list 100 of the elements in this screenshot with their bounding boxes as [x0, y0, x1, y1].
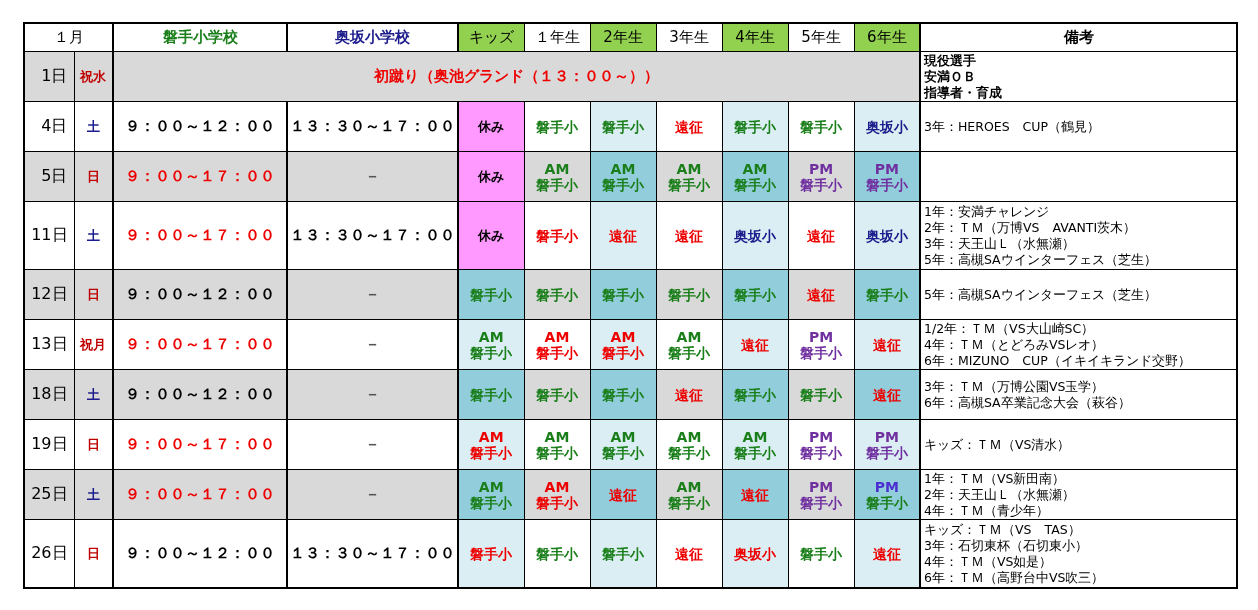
time-cell: －	[287, 269, 458, 320]
table-cell: PM 磐手小	[854, 419, 920, 470]
time-cell: －	[287, 319, 458, 370]
table-cell: PM 磐手小	[854, 469, 920, 520]
date-cell: 12日	[24, 269, 74, 320]
table-cell: AM 磐手小	[656, 319, 722, 370]
table-cell: 磐手小	[722, 101, 788, 152]
table-cell: 遠征	[656, 369, 722, 420]
table-cell: 遠征	[854, 319, 920, 370]
time-cell: ９：００～１７：００	[113, 469, 287, 520]
table-cell: 磐手小	[458, 519, 524, 588]
table-cell: 休み	[458, 151, 524, 202]
table-cell: 奥坂小	[854, 101, 920, 152]
date-cell: 25日	[24, 469, 74, 520]
date-cell: 19日	[24, 419, 74, 470]
time-cell: －	[287, 469, 458, 520]
date-cell: 5日	[24, 151, 74, 202]
column-header: 備考	[920, 23, 1237, 52]
date-cell: 26日	[24, 519, 74, 588]
time-cell: ９：００～１７：００	[113, 319, 287, 370]
time-cell: ９：００～１７：００	[113, 419, 287, 470]
table-cell: PM 磐手小	[788, 319, 854, 370]
time-cell: ９：００～１２：００	[113, 269, 287, 320]
notes-cell: キッズ：ＴＭ（VS TAS） 3年：石切東杯（石切東小） 4年：ＴＭ（VS如是） 6年：ＴＭ（高野台中VS吹三）	[920, 519, 1237, 588]
table-cell: AM 磐手小	[590, 319, 656, 370]
date-cell: 13日	[24, 319, 74, 370]
date-cell: 18日	[24, 369, 74, 420]
table-cell: 奥坂小	[722, 201, 788, 270]
table-cell: AM 磐手小	[458, 319, 524, 370]
table-cell: AM 磐手小	[656, 419, 722, 470]
notes-cell: 1年：ＴＭ（VS新田南） 2年：天王山Ｌ（水無瀬） 4年：ＴＭ（青少年）	[920, 469, 1237, 520]
notes-cell: キッズ：ＴＭ（VS清水）	[920, 419, 1237, 470]
time-cell: ９：００～１２：００	[113, 519, 287, 588]
table-cell: AM 磐手小	[656, 469, 722, 520]
table-cell: AM 磐手小	[524, 469, 590, 520]
table-cell: AM 磐手小	[524, 319, 590, 370]
time-cell: －	[287, 419, 458, 470]
column-header: 2年生	[590, 23, 656, 52]
table-cell: 遠征	[854, 369, 920, 420]
table-cell: 磐手小	[524, 201, 590, 270]
weekday-cell: 土	[74, 369, 113, 420]
column-header: 6年生	[854, 23, 920, 52]
table-cell: AM 磐手小	[722, 151, 788, 202]
table-cell: 遠征	[656, 201, 722, 270]
column-header: 5年生	[788, 23, 854, 52]
table-cell: 遠征	[656, 101, 722, 152]
table-cell: 磐手小	[590, 101, 656, 152]
table-cell: 磐手小	[524, 101, 590, 152]
column-header: 4年生	[722, 23, 788, 52]
table-cell: AM 磐手小	[458, 469, 524, 520]
table-cell: 磐手小	[524, 369, 590, 420]
table-cell: PM 磐手小	[788, 151, 854, 202]
time-cell: ９：００～１７：００	[113, 151, 287, 202]
column-header: 磐手小学校	[113, 23, 287, 52]
notes-cell: 3年：ＴＭ（万博公園VS玉学） 6年：高槻SA卒業記念大会（萩谷）	[920, 369, 1237, 420]
table-cell: 遠征	[590, 469, 656, 520]
weekday-cell: 日	[74, 519, 113, 588]
table-cell: AM 磐手小	[656, 151, 722, 202]
table-cell: PM 磐手小	[854, 151, 920, 202]
date-cell: 1日	[24, 51, 74, 102]
table-cell: 磐手小	[854, 269, 920, 320]
table-cell: PM 磐手小	[788, 469, 854, 520]
table-cell: AM 磐手小	[458, 419, 524, 470]
table-cell: 磐手小	[722, 369, 788, 420]
column-header: １年生	[524, 23, 590, 52]
event-cell: 初蹴り（奥池グランド（１３：００～））	[113, 51, 920, 102]
column-header: １月	[24, 23, 113, 52]
table-cell: 遠征	[722, 319, 788, 370]
date-cell: 11日	[24, 201, 74, 270]
table-cell: 休み	[458, 101, 524, 152]
table-cell: 休み	[458, 201, 524, 270]
weekday-cell: 土	[74, 201, 113, 270]
notes-cell: 1年：安満チャレンジ 2年：ＴＭ（万博VS AVANTI茨木） 3年：天王山Ｌ（水無瀬） 5年：高槻SAウインターフェス（芝生）	[920, 201, 1237, 270]
time-cell: １３：３０～１７：００	[287, 101, 458, 152]
column-header: 3年生	[656, 23, 722, 52]
weekday-cell: 土	[74, 469, 113, 520]
table-cell: 遠征	[590, 201, 656, 270]
date-cell: 4日	[24, 101, 74, 152]
table-cell: 磐手小	[788, 519, 854, 588]
table-cell: AM 磐手小	[590, 151, 656, 202]
table-cell: 遠征	[722, 469, 788, 520]
notes-cell: 1/2年：ＴＭ（VS大山崎SC） 4年：ＴＭ（とどろみVSレオ） 6年：MIZUNO CUP（イキイキランド交野）	[920, 319, 1237, 370]
column-header: 奥坂小学校	[287, 23, 458, 52]
weekday-cell: 日	[74, 151, 113, 202]
table-cell: 磐手小	[590, 519, 656, 588]
time-cell: －	[287, 151, 458, 202]
table-cell: 磐手小	[722, 269, 788, 320]
weekday-cell: 日	[74, 419, 113, 470]
table-cell: 磐手小	[590, 269, 656, 320]
table-cell: 磐手小	[788, 369, 854, 420]
table-cell: AM 磐手小	[524, 419, 590, 470]
column-header: キッズ	[458, 23, 524, 52]
table-cell: AM 磐手小	[722, 419, 788, 470]
table-cell: 遠征	[656, 519, 722, 588]
weekday-cell: 土	[74, 101, 113, 152]
table-cell: 遠征	[854, 519, 920, 588]
time-cell: ９：００～１２：００	[113, 101, 287, 152]
table-cell: PM 磐手小	[788, 419, 854, 470]
weekday-cell: 日	[74, 269, 113, 320]
notes-cell: 3年：HEROES CUP（鶴見）	[920, 101, 1237, 152]
